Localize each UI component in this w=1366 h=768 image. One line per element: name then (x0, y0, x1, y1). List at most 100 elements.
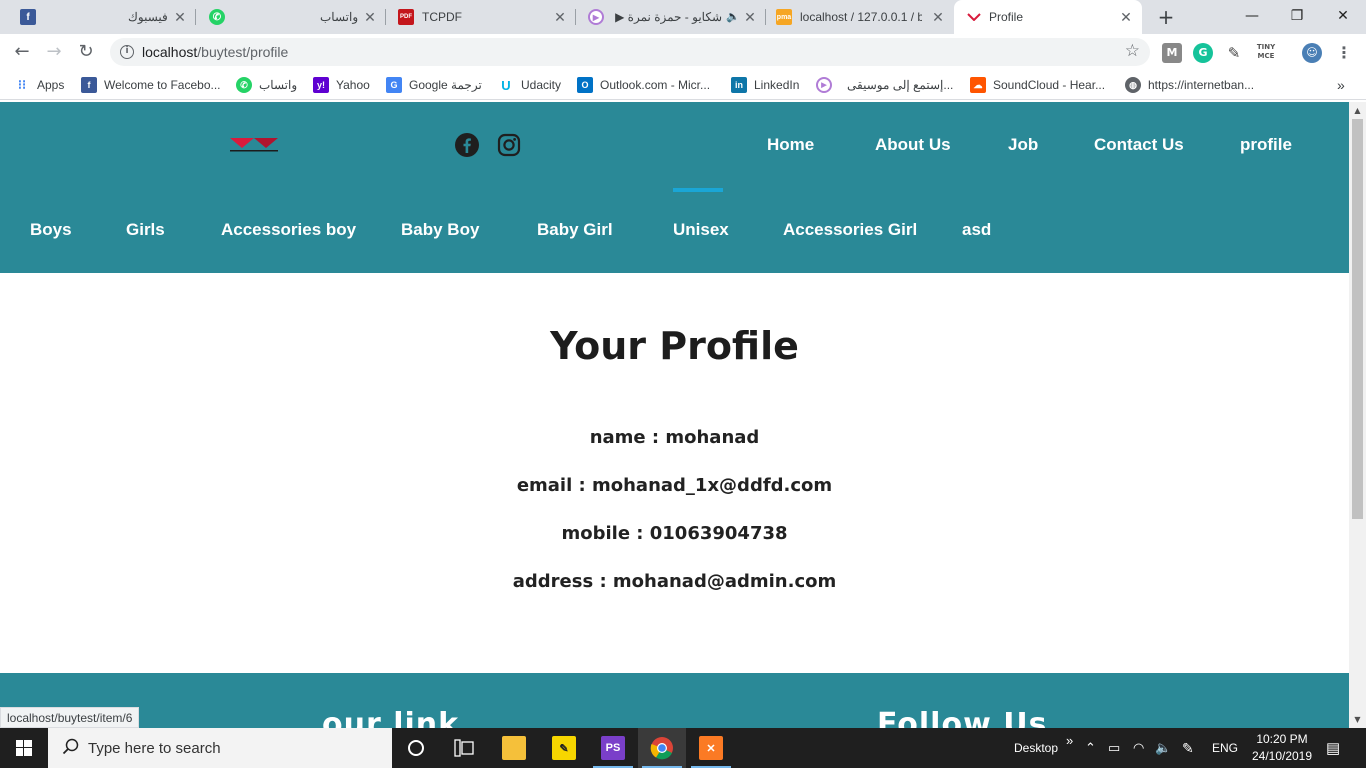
category-unisex-link[interactable]: Unisex (673, 220, 729, 240)
reload-icon[interactable]: ↻ (75, 41, 97, 63)
bookmark-yahoo[interactable]: y! Yahoo (313, 76, 370, 94)
windows-start-icon[interactable] (0, 728, 48, 768)
site-logo-icon (966, 9, 982, 25)
scroll-up-icon[interactable]: ▲ (1349, 102, 1366, 119)
category-accessories-boy-link[interactable]: Accessories boy (221, 220, 356, 240)
tab-tcpdf[interactable]: PDF TCPDF ✕ (386, 0, 576, 34)
minimize-icon[interactable]: — (1242, 4, 1262, 28)
close-tab-icon[interactable]: ✕ (362, 9, 378, 25)
address-bar[interactable]: i localhost/buytest/profile ☆ (110, 38, 1150, 66)
bookmark-music[interactable]: ▶ إستمع إلى موسيقى... (816, 76, 953, 94)
speaker-icon[interactable]: 🔈 (726, 10, 740, 23)
restore-icon[interactable]: ❐ (1287, 4, 1307, 28)
bookmark-udacity[interactable]: U Udacity (498, 76, 561, 94)
new-tab-button[interactable]: + (1155, 6, 1177, 28)
xampp-icon[interactable]: ✕ (687, 728, 735, 768)
menu-dots-icon[interactable]: ⋮ (1334, 43, 1354, 63)
bookmark-linkedin[interactable]: in LinkedIn (731, 76, 799, 94)
sticky-notes-icon[interactable]: ✎ (540, 728, 588, 768)
bookmark-google-translate[interactable]: G Google ترجمة (386, 76, 482, 94)
bookmark-whatsapp[interactable]: ✆ واتساب (236, 76, 297, 94)
language-indicator[interactable]: ENG (1212, 728, 1238, 768)
close-window-icon[interactable]: ✕ (1333, 4, 1353, 28)
page-scrollbar[interactable]: ▲ ▼ (1349, 102, 1366, 728)
apps-grid-icon: ⁝⁝ (17, 77, 27, 92)
search-icon (62, 738, 79, 755)
nav-contact-link[interactable]: Contact Us (1094, 135, 1184, 155)
battery-icon[interactable]: ▭ (1108, 728, 1120, 768)
music-icon: ▶ (588, 9, 604, 25)
show-hidden-icons-icon[interactable]: ⌃ (1085, 728, 1096, 768)
bookmarks-bar: ⁝⁝ Apps f Welcome to Facebo... ✆ واتساب … (0, 70, 1366, 100)
pen-workspace-icon[interactable]: ✎ (1182, 728, 1194, 768)
bookmark-label: Outlook.com - Micr... (600, 78, 711, 92)
clock-date: 24/10/2019 (1251, 749, 1313, 763)
desktop-toolbar-label[interactable]: Desktop (1014, 728, 1058, 768)
tab-music[interactable]: ▶ شكايو - حمزة نمرة ▶ 🔈 ✕ (576, 0, 766, 34)
more-bookmarks-icon[interactable]: » (1337, 76, 1345, 94)
facebook-icon[interactable] (455, 133, 479, 157)
tab-title: فيسبوك (128, 10, 168, 24)
wifi-icon[interactable]: ◠ (1133, 728, 1144, 768)
cortana-icon[interactable] (392, 728, 440, 768)
tab-facebook[interactable]: f فيسبوك ✕ (0, 0, 196, 34)
bookmark-star-icon[interactable]: ☆ (1125, 41, 1140, 61)
nav-job-link[interactable]: Job (1008, 135, 1038, 155)
close-tab-icon[interactable]: ✕ (552, 9, 568, 25)
task-view-icon[interactable] (440, 728, 488, 768)
site-footer: our link Follow Us (0, 673, 1349, 728)
bookmark-internetbanking[interactable]: ◍ https://internetban... (1125, 76, 1254, 94)
link-status-bubble: localhost/buytest/item/6 (0, 707, 140, 728)
category-girls-link[interactable]: Girls (126, 220, 165, 240)
category-baby-girl-link[interactable]: Baby Girl (537, 220, 613, 240)
close-tab-icon[interactable]: ✕ (172, 9, 188, 25)
back-arrow-icon[interactable]: ← (11, 41, 33, 63)
browser-toolbar: ← → ↻ i localhost/buytest/profile ☆ M G … (0, 34, 1366, 70)
close-tab-icon[interactable]: ✕ (1118, 9, 1134, 25)
whatsapp-icon: ✆ (236, 77, 252, 93)
tinymce-extension-icon[interactable]: TINY MCE (1256, 43, 1276, 63)
taskbar-search-box[interactable]: Type here to search (48, 728, 392, 768)
volume-icon[interactable]: 🔈 (1155, 728, 1171, 768)
tab-phpmyadmin[interactable]: pma localhost / 127.0.0.1 / b ✕ (766, 0, 954, 34)
bookmark-apps[interactable]: ⁝⁝ Apps (14, 76, 65, 94)
bookmark-facebook[interactable]: f Welcome to Facebo... (81, 76, 221, 94)
phpstorm-icon[interactable]: PS (589, 728, 637, 768)
footer-follow-heading: Follow Us (877, 707, 1048, 728)
tab-whatsapp[interactable]: ✆ واتساب ✕ (196, 0, 386, 34)
nav-profile-link[interactable]: profile (1240, 135, 1292, 155)
scrollbar-thumb[interactable] (1352, 119, 1363, 519)
notification-center-icon[interactable]: ▤ (1326, 728, 1340, 768)
category-baby-boy-link[interactable]: Baby Boy (401, 220, 479, 240)
close-tab-icon[interactable]: ✕ (930, 9, 946, 25)
category-asd-link[interactable]: asd (962, 220, 991, 240)
bookmark-outlook[interactable]: O Outlook.com - Micr... (577, 76, 710, 94)
linkedin-icon: in (731, 77, 747, 93)
profile-avatar-icon[interactable]: ☺ (1302, 43, 1322, 63)
category-boys-link[interactable]: Boys (30, 220, 72, 240)
system-clock[interactable]: 10:20 PM 24/10/2019 (1246, 731, 1318, 765)
profile-mobile: mobile : 01063904738 (561, 523, 788, 544)
toolbar-expand-icon[interactable]: » (1066, 720, 1073, 760)
scroll-down-icon[interactable]: ▼ (1349, 711, 1366, 728)
nav-home-link[interactable]: Home (767, 135, 814, 155)
file-explorer-icon[interactable] (490, 728, 538, 768)
site-logo[interactable] (228, 135, 280, 155)
phpmyadmin-icon: pma (776, 9, 792, 25)
forward-arrow-icon[interactable]: → (43, 41, 65, 63)
bookmark-soundcloud[interactable]: ☁ SoundCloud - Hear... (970, 76, 1105, 94)
close-tab-icon[interactable]: ✕ (742, 9, 758, 25)
bookmark-label: Welcome to Facebo... (104, 78, 221, 92)
category-accessories-girl-link[interactable]: Accessories Girl (783, 220, 917, 240)
nav-about-link[interactable]: About Us (875, 135, 951, 155)
pen-extension-icon[interactable]: ✎ (1224, 43, 1244, 63)
gmail-extension-icon[interactable]: M (1162, 43, 1182, 63)
translate-icon: G (386, 77, 402, 93)
chrome-icon[interactable] (638, 728, 686, 768)
instagram-icon[interactable] (497, 133, 521, 157)
tab-title: TCPDF (422, 10, 462, 24)
info-icon[interactable]: i (120, 45, 134, 59)
tab-profile[interactable]: Profile ✕ (954, 0, 1142, 34)
bookmark-label: SoundCloud - Hear... (993, 78, 1106, 92)
grammarly-icon[interactable]: G (1193, 43, 1213, 63)
